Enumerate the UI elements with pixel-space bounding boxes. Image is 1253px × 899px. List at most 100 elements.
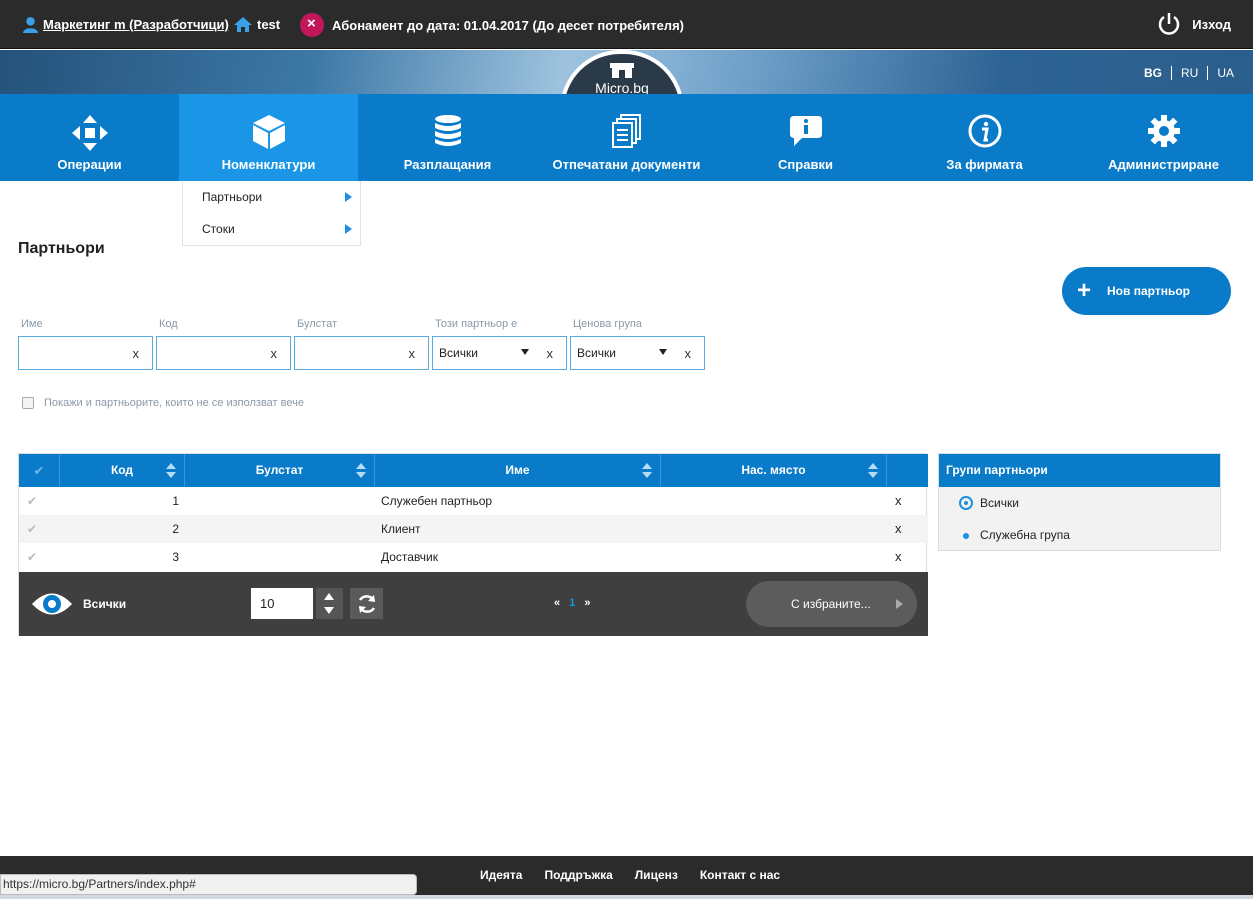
clear-icon[interactable]: x <box>271 346 278 361</box>
documents-icon <box>611 114 641 148</box>
lang-ua[interactable]: UA <box>1207 66 1243 80</box>
logout-button[interactable]: Изход <box>1156 11 1231 37</box>
delete-icon[interactable]: x <box>895 543 902 571</box>
select-value: Всички <box>577 346 616 360</box>
page-size-input[interactable]: 10 <box>251 588 313 619</box>
delete-icon[interactable]: x <box>895 515 902 543</box>
footer-link-support[interactable]: Поддръжка <box>544 868 612 882</box>
dropdown-label: Партньори <box>202 190 263 204</box>
current-page[interactable]: 1 <box>569 597 575 609</box>
filter-price-group: Ценова група Всички x <box>570 318 705 370</box>
filter-label: Ценова група <box>573 318 642 330</box>
column-code[interactable]: Код <box>60 454 185 487</box>
subscription-info: Абонамент до дата: 01.04.2017 (До десет … <box>300 13 684 37</box>
table-row[interactable]: ✔ 1 Служебен партньор x <box>19 487 928 515</box>
select-all-checkbox[interactable]: ✔ <box>19 454 60 487</box>
cell-code: 3 <box>172 550 179 564</box>
logo[interactable]: Micro.bg <box>560 50 684 94</box>
nav-payments[interactable]: Разплащания <box>358 94 537 181</box>
play-arrow-icon <box>896 599 903 609</box>
lang-ru[interactable]: RU <box>1170 66 1207 80</box>
group-item-service[interactable]: Служебна група <box>939 519 1220 551</box>
page-size-stepper[interactable] <box>316 588 343 619</box>
selected-actions-button[interactable]: С избраните... <box>746 581 917 627</box>
dropdown-label: Стоки <box>202 222 235 236</box>
cell-name: Служебен партньор <box>381 494 493 508</box>
plus-icon: + <box>1077 277 1092 304</box>
filter-bulstat: Булстат x <box>294 318 429 370</box>
delete-icon[interactable]: x <box>895 487 902 515</box>
partner-type-select[interactable]: Всички x <box>432 336 567 370</box>
filter-code: Код x <box>156 318 291 370</box>
top-bar: Маркетинг m (Разработчици) test Абонамен… <box>0 0 1253 49</box>
dropdown-item-partners[interactable]: Партньори <box>183 181 360 213</box>
table-row[interactable]: ✔ 2 Клиент x <box>19 515 928 543</box>
row-check-icon[interactable]: ✔ <box>27 543 37 571</box>
status-bar-url: https://micro.bg/Partners/index.php# <box>0 874 417 895</box>
nav-nomenclatures[interactable]: Номенклатури <box>179 94 358 181</box>
clear-icon[interactable]: x <box>409 346 416 361</box>
nav-operations[interactable]: Операции <box>0 94 179 181</box>
nav-administration[interactable]: Администриране <box>1074 94 1253 181</box>
nav-label: Разплащания <box>403 157 492 172</box>
nav-company[interactable]: За фирмата <box>895 94 1074 181</box>
stepper-down-icon[interactable] <box>324 607 334 614</box>
language-switcher: BG RU UA <box>1135 66 1243 80</box>
nav-printed-documents[interactable]: Отпечатани документи <box>537 94 716 181</box>
selected-actions-label: С избраните... <box>791 597 871 611</box>
show-filter-label[interactable]: Всички <box>83 597 126 611</box>
show-unused-label: Покажи и партньорите, които не се използ… <box>44 397 304 409</box>
new-partner-button[interactable]: + Нов партньор <box>1062 267 1231 315</box>
row-check-icon[interactable]: ✔ <box>27 515 37 543</box>
nav-label: Номенклатури <box>221 157 316 172</box>
power-icon <box>1159 13 1180 35</box>
clear-icon[interactable]: x <box>685 346 692 361</box>
shop-icon <box>610 63 634 78</box>
groups-title: Групи партньори <box>939 454 1220 487</box>
lang-bg[interactable]: BG <box>1135 66 1171 80</box>
bulstat-input[interactable]: x <box>294 336 429 370</box>
column-label: Булстат <box>255 463 304 477</box>
clear-icon[interactable]: x <box>133 346 140 361</box>
column-label: Код <box>110 463 134 477</box>
column-place[interactable]: Нас. място <box>661 454 887 487</box>
bullet-icon <box>963 533 969 539</box>
partners-table: ✔ Код Булстат Име Нас. място ✔ 1 Служебе… <box>18 453 928 636</box>
stepper-up-icon[interactable] <box>324 593 334 600</box>
cell-code: 1 <box>172 494 179 508</box>
taskbar <box>0 895 1253 899</box>
price-group-select[interactable]: Всички x <box>570 336 705 370</box>
column-name[interactable]: Име <box>375 454 661 487</box>
select-value: Всички <box>439 346 478 360</box>
table-row[interactable]: ✔ 3 Доставчик x <box>19 543 928 571</box>
clear-icon[interactable]: x <box>547 346 554 361</box>
filter-label: Този партньор е <box>435 318 518 330</box>
nav-reports[interactable]: Справки <box>716 94 895 181</box>
submenu-arrow-icon <box>345 224 352 234</box>
name-input[interactable]: x <box>18 336 153 370</box>
banner: Micro.bg BG RU UA <box>0 50 1253 94</box>
user-link[interactable]: Маркетинг m (Разработчици) <box>22 16 229 33</box>
sort-icon <box>356 463 366 479</box>
group-item-all[interactable]: Всички <box>939 487 1220 519</box>
code-input[interactable]: x <box>156 336 291 370</box>
dropdown-item-goods[interactable]: Стоки <box>183 213 360 245</box>
eye-icon[interactable] <box>31 589 73 619</box>
subscription-prefix: Абонамент до дата: <box>332 17 461 33</box>
coins-stack-icon <box>434 115 461 146</box>
next-page-button[interactable]: » <box>584 597 590 609</box>
nomenclatures-dropdown: Партньори Стоки <box>182 181 361 246</box>
column-bulstat[interactable]: Булстат <box>185 454 375 487</box>
row-check-icon[interactable]: ✔ <box>27 487 37 515</box>
footer-link-license[interactable]: Лиценз <box>635 868 678 882</box>
refresh-button[interactable] <box>350 588 383 619</box>
filter-partner-type: Този партньор е Всички x <box>432 318 567 370</box>
company-link[interactable]: test <box>233 16 280 33</box>
footer-link-contact[interactable]: Контакт с нас <box>700 868 780 882</box>
show-unused-checkbox[interactable] <box>22 397 34 409</box>
filter-name: Име x <box>18 318 153 370</box>
prev-page-button[interactable]: « <box>554 597 560 609</box>
group-label: Всички <box>980 496 1019 510</box>
footer-link-idea[interactable]: Идеята <box>480 868 522 882</box>
user-icon <box>23 17 38 33</box>
